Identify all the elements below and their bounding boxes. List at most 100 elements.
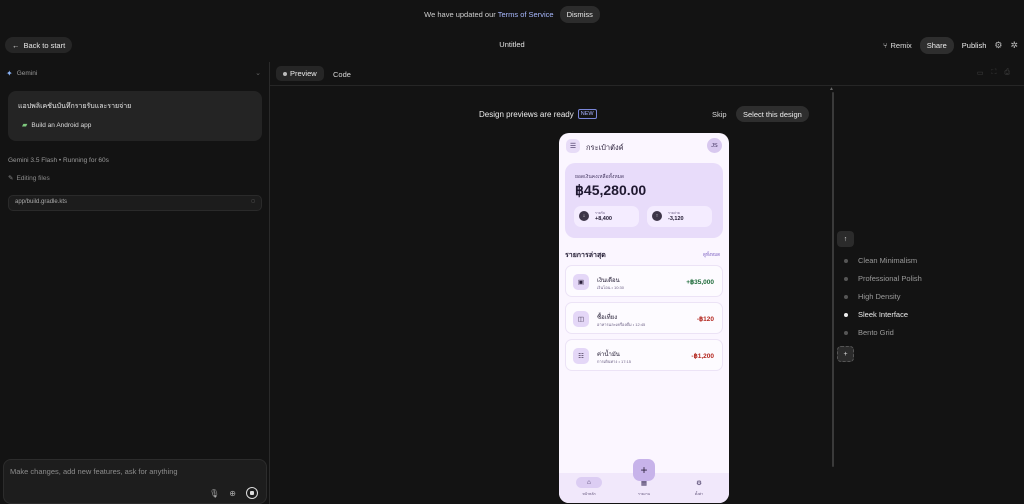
list-item[interactable]: ☷ ค่าน้ำมัน การเดินทาง • 17:15 -฿1,200 <box>565 339 723 371</box>
dismiss-button[interactable]: Dismiss <box>559 6 600 23</box>
select-design-button[interactable]: Select this design <box>736 106 809 122</box>
editing-label: Editing files <box>16 174 50 182</box>
install-icon[interactable]: ⎙ <box>1004 69 1010 77</box>
skip-button[interactable]: Skip <box>712 110 727 119</box>
settings-icon: ⚙ <box>696 479 702 487</box>
plus-icon: + <box>843 350 848 358</box>
prompt-subtitle-label: Build an Android app <box>31 121 92 129</box>
arrow-left-icon: ← <box>12 40 20 50</box>
transaction-amount: +฿35,000 <box>686 279 714 286</box>
composer-placeholder[interactable]: Make changes, add new features, ask for … <box>10 467 178 476</box>
design-option[interactable]: Clean Minimalism <box>844 256 922 274</box>
terms-link[interactable]: Terms of Service <box>498 10 554 19</box>
bullet-icon <box>844 313 848 317</box>
tab-preview[interactable]: Preview <box>276 66 324 81</box>
view-tabs: Preview Code ▭ ⛶ ⎙ <box>270 62 1024 86</box>
list-icon: ☷ <box>573 348 589 364</box>
add-transaction-button[interactable]: + <box>633 459 655 481</box>
see-all-link[interactable]: ดูทั้งหมด <box>703 251 720 258</box>
expense-value: -3,120 <box>668 216 684 222</box>
app-title: กระเป๋าตังค์ <box>586 143 624 152</box>
chevron-down-icon[interactable]: ⌄ <box>255 69 261 77</box>
bullet-icon <box>844 277 848 281</box>
app-header: ← Back to start Untitled ⑂ Remix Share Pu… <box>0 33 1024 57</box>
avatar[interactable]: JS <box>707 138 722 153</box>
wallet-icon: ▣ <box>573 274 589 290</box>
design-list: Clean Minimalism Professional Polish Hig… <box>844 256 922 346</box>
scrollbar[interactable] <box>832 92 834 467</box>
editing-status: ✎ Editing files <box>8 174 50 183</box>
stop-icon[interactable] <box>246 487 258 499</box>
new-badge: NEW <box>577 109 597 119</box>
remix-button[interactable]: ⑂ Remix <box>883 41 912 50</box>
run-status: Gemini 3.5 Flash • Running for 60s <box>8 157 109 164</box>
dot-icon <box>283 71 287 76</box>
list-item[interactable]: ◫ ซื้อเที่ยง อาหารและเครื่องดื่ม • 12:45… <box>565 302 723 334</box>
bullet-icon <box>844 295 848 299</box>
check-circle-icon: ◌ <box>250 198 255 205</box>
chat-composer[interactable]: Make changes, add new features, ask for … <box>3 459 267 504</box>
recent-title: รายการล่าสุด <box>565 252 606 259</box>
nav-home[interactable]: ⌂ หน้าหลัก <box>569 477 609 497</box>
bullet-icon <box>844 331 848 335</box>
design-option[interactable]: High Density <box>844 292 922 310</box>
list-icon[interactable]: ☰ <box>566 139 580 153</box>
banner-message: We have updated our Terms of Service <box>424 10 554 19</box>
prompt-card: แอปพลิเคชันบันทึกรายรับและรายจ่าย ▰ Buil… <box>8 91 262 141</box>
design-option[interactable]: Bento Grid <box>844 328 922 346</box>
nav-home-label: หน้าหลัก <box>582 492 596 496</box>
publish-button[interactable]: Publish <box>962 41 987 50</box>
income-value: +8,400 <box>595 216 612 222</box>
chat-panel: ✦ Gemini ⌄ แอปพลิเคชันบันทึกรายรับและราย… <box>0 62 270 504</box>
design-option[interactable]: Professional Polish <box>844 274 922 292</box>
balance-amount: ฿45,280.00 <box>575 182 647 198</box>
design-label: Clean Minimalism <box>858 256 918 265</box>
expense-card: ↑ รายจ่าย -3,120 <box>647 206 712 227</box>
design-label: Professional Polish <box>858 274 922 283</box>
file-name: app/build.gradle.kts <box>15 199 68 205</box>
nav-report-label: รายงาน <box>638 492 650 496</box>
phone-preview: ☰ กระเป๋าตังค์ JS ยอดเงินคงเหลือทั้งหมด … <box>559 133 729 503</box>
file-row[interactable]: app/build.gradle.kts ◌ <box>8 195 262 211</box>
ready-label: Design previews are ready <box>479 109 574 119</box>
nav-settings-label: ตั้งค่า <box>694 492 704 496</box>
plus-icon: + <box>640 463 648 477</box>
arrow-up-icon: ↑ <box>843 235 848 243</box>
prompt-title: แอปพลิเคชันบันทึกรายรับและรายจ่าย <box>18 103 132 110</box>
nav-settings[interactable]: ⚙ ตั้งค่า <box>679 477 719 497</box>
arrow-down-icon: ↓ <box>579 211 589 221</box>
transaction-amount: -฿120 <box>696 316 714 323</box>
tab-code[interactable]: Code <box>333 70 351 79</box>
back-to-start-button[interactable]: ← Back to start <box>5 37 73 53</box>
design-label: High Density <box>858 292 901 301</box>
transaction-amount: -฿1,200 <box>691 353 714 360</box>
design-label: Bento Grid <box>858 328 894 337</box>
fork-icon: ⑂ <box>882 41 888 50</box>
previous-design-button[interactable]: ↑ <box>837 231 854 247</box>
gemini-icon: ✦ <box>6 69 13 78</box>
terms-banner: We have updated our Terms of Service Dis… <box>0 0 1024 29</box>
gear-icon[interactable]: ✲ <box>1010 40 1018 51</box>
list-item[interactable]: ▣ เงินเดือน เงินโอน • 10:30 +฿35,000 <box>565 265 723 297</box>
balance-label: ยอดเงินคงเหลือทั้งหมด <box>575 174 625 180</box>
add-design-button[interactable]: + <box>837 346 854 362</box>
home-icon: ⌂ <box>576 477 602 488</box>
transaction-meta: เงินโอน • 10:30 <box>597 285 624 290</box>
app-top-bar: ☰ กระเป๋าตังค์ JS <box>559 133 729 159</box>
back-label: Back to start <box>23 40 66 50</box>
add-circle-icon[interactable]: ⊕ <box>229 489 236 498</box>
model-chip[interactable]: ✦ Gemini <box>6 69 37 78</box>
model-label: Gemini <box>16 70 38 77</box>
microphone-icon[interactable]: 🎙 <box>209 489 219 498</box>
device-icon[interactable]: ▭ <box>977 69 984 77</box>
settings-icon[interactable]: ⚙ <box>994 40 1002 51</box>
fullscreen-icon[interactable]: ⛶ <box>991 69 996 77</box>
android-icon: ▰ <box>22 122 28 129</box>
remix-label: Remix <box>890 41 912 50</box>
transaction-meta: การเดินทาง • 17:15 <box>597 359 631 364</box>
pencil-icon: ✎ <box>8 175 14 182</box>
receipt-icon: ◫ <box>573 311 589 327</box>
share-button[interactable]: Share <box>919 37 954 54</box>
bullet-icon <box>844 259 848 263</box>
design-option-selected[interactable]: Sleek Interface <box>844 310 922 328</box>
